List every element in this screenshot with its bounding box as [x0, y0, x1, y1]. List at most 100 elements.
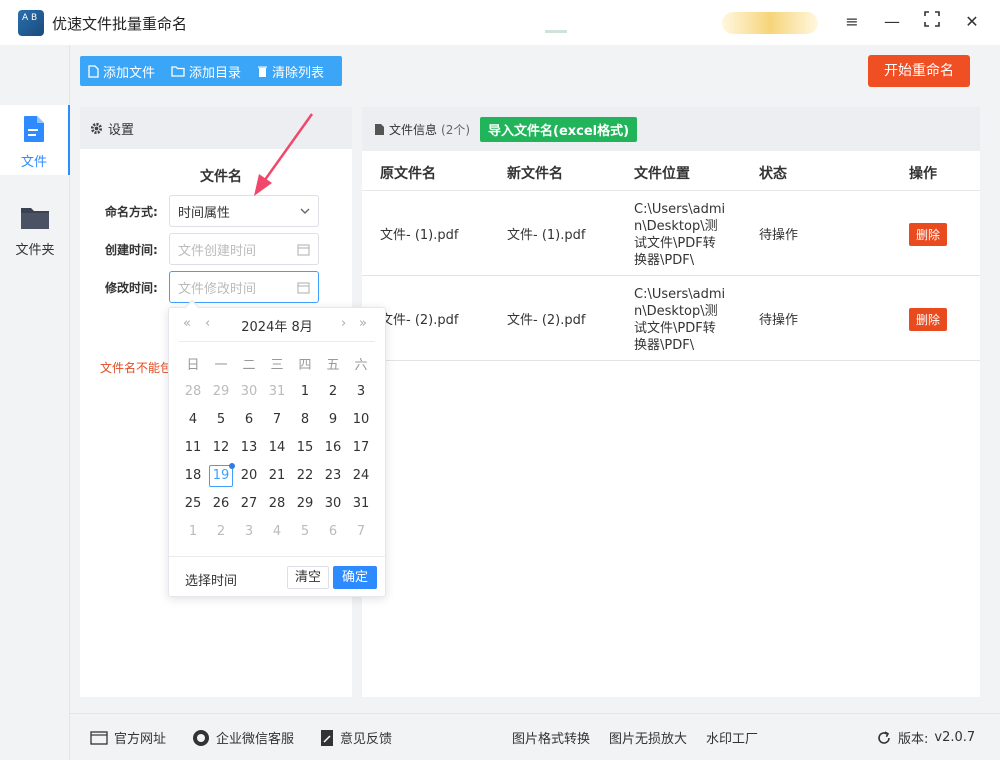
table-row[interactable]: 文件- (1).pdf 文件- (1).pdf C:\Users\admin\D…: [362, 191, 980, 276]
menu-icon[interactable]: ≡: [840, 11, 864, 33]
start-rename-button[interactable]: 开始重命名: [868, 55, 970, 87]
calendar-icon: [297, 281, 310, 294]
add-directory-button[interactable]: 添加目录: [163, 62, 249, 81]
official-website-link[interactable]: 官方网址: [90, 728, 166, 747]
feedback-link[interactable]: 意见反馈: [320, 728, 392, 747]
prev-year-icon[interactable]: «: [183, 316, 191, 331]
day-cell[interactable]: 13: [235, 434, 263, 462]
close-icon[interactable]: ✕: [960, 11, 984, 33]
maximize-icon[interactable]: [920, 11, 944, 33]
image-enlarge-link[interactable]: 图片无损放大: [609, 728, 687, 747]
promo-banner[interactable]: [722, 12, 818, 34]
day-cell-today[interactable]: 19: [207, 462, 235, 490]
day-cell[interactable]: 15: [291, 434, 319, 462]
day-number: 4: [272, 524, 282, 539]
day-number: 5: [216, 412, 226, 427]
day-cell[interactable]: 31: [347, 490, 375, 518]
day-cell[interactable]: 21: [263, 462, 291, 490]
delete-button[interactable]: 删除: [909, 223, 948, 246]
day-cell[interactable]: 5: [207, 406, 235, 434]
import-filename-button[interactable]: 导入文件名(excel格式): [480, 116, 638, 142]
add-file-button[interactable]: 添加文件: [80, 62, 163, 81]
clear-button[interactable]: 清空: [287, 566, 329, 589]
day-cell[interactable]: 26: [207, 490, 235, 518]
day-cell[interactable]: 20: [235, 462, 263, 490]
day-cell[interactable]: 2: [319, 378, 347, 406]
modified-time-input[interactable]: 文件修改时间: [169, 271, 319, 303]
day-cell[interactable]: 9: [319, 406, 347, 434]
day-number: 7: [272, 412, 282, 427]
day-number: 28: [268, 496, 286, 511]
version-label: 版本:: [898, 732, 929, 747]
day-cell[interactable]: 30: [319, 490, 347, 518]
add-file-label: 添加文件: [103, 65, 156, 81]
day-cell[interactable]: 7: [347, 518, 375, 546]
day-cell[interactable]: 1: [291, 378, 319, 406]
delete-button[interactable]: 删除: [909, 308, 948, 331]
watermark-factory-link[interactable]: 水印工厂: [706, 728, 758, 747]
day-cell[interactable]: 29: [207, 378, 235, 406]
day-cell[interactable]: 12: [207, 434, 235, 462]
created-time-input[interactable]: 文件创建时间: [169, 233, 319, 265]
day-cell[interactable]: 10: [347, 406, 375, 434]
next-year-icon[interactable]: »: [359, 316, 367, 331]
image-enlarge-label: 图片无损放大: [609, 732, 688, 747]
day-cell[interactable]: 28: [263, 490, 291, 518]
column-action: 操作: [909, 166, 937, 182]
day-number: 22: [296, 468, 314, 483]
file-info-panel: 文件信息 (2个) 导入文件名(excel格式) 原文件名 新文件名 文件位置 …: [362, 107, 980, 697]
day-cell[interactable]: 30: [235, 378, 263, 406]
nav-label-file: 文件: [20, 155, 47, 170]
location-cell: C:\Users\admin\Desktop\测试文件\PDF转换器\PDF\: [634, 202, 726, 268]
day-cell[interactable]: 6: [235, 406, 263, 434]
day-cell[interactable]: 23: [319, 462, 347, 490]
wechat-service-link[interactable]: 企业微信客服: [192, 728, 294, 747]
day-cell[interactable]: 16: [319, 434, 347, 462]
day-cell[interactable]: 25: [179, 490, 207, 518]
divider: [179, 341, 375, 342]
status-cell: 待操作: [759, 228, 799, 243]
day-cell[interactable]: 14: [263, 434, 291, 462]
day-cell[interactable]: 17: [347, 434, 375, 462]
day-cell[interactable]: 31: [263, 378, 291, 406]
day-cell[interactable]: 5: [291, 518, 319, 546]
day-number: 20: [240, 468, 258, 483]
date-picker-header: 2024年 8月 « ‹ › »: [169, 314, 385, 336]
day-cell[interactable]: 27: [235, 490, 263, 518]
day-cell[interactable]: 6: [319, 518, 347, 546]
day-cell[interactable]: 2: [207, 518, 235, 546]
table-row[interactable]: 文件- (2).pdf 文件- (2).pdf C:\Users\admin\D…: [362, 276, 980, 361]
weekday-label: 二: [242, 358, 256, 373]
day-cell[interactable]: 4: [179, 406, 207, 434]
version-info[interactable]: 版本: v2.0.7: [876, 728, 975, 747]
nav-item-file[interactable]: 文件: [0, 105, 70, 175]
column-original-name: 原文件名: [380, 166, 436, 182]
day-cell[interactable]: 24: [347, 462, 375, 490]
day-cell[interactable]: 1: [179, 518, 207, 546]
day-cell[interactable]: 29: [291, 490, 319, 518]
app-logo-icon: A B: [18, 10, 44, 36]
prev-month-icon[interactable]: ‹: [205, 316, 210, 331]
day-cell[interactable]: 11: [179, 434, 207, 462]
day-cell[interactable]: 8: [291, 406, 319, 434]
nav-item-folder[interactable]: 文件夹: [0, 205, 70, 265]
day-cell[interactable]: 4: [263, 518, 291, 546]
image-convert-link[interactable]: 图片格式转换: [512, 728, 590, 747]
confirm-button[interactable]: 确定: [333, 566, 377, 589]
folder-icon: [171, 66, 185, 77]
next-month-icon[interactable]: ›: [341, 316, 346, 331]
gear-icon: [90, 122, 103, 134]
select-time-button[interactable]: 选择时间: [185, 570, 237, 589]
day-cell[interactable]: 18: [179, 462, 207, 490]
day-cell[interactable]: 7: [263, 406, 291, 434]
clear-list-button[interactable]: 清除列表: [249, 62, 332, 81]
day-cell[interactable]: 28: [179, 378, 207, 406]
day-grid: 28 29 30 31 1 2 3 4 5 6 7 8 9 10 11 12 13 14 15 16 17 18 19 20 2…: [179, 378, 375, 546]
day-number: 25: [184, 496, 202, 511]
day-cell[interactable]: 22: [291, 462, 319, 490]
toolbar: 添加文件 添加目录 清除列表: [80, 56, 342, 86]
minimize-icon[interactable]: —: [880, 11, 904, 33]
day-cell[interactable]: 3: [235, 518, 263, 546]
day-cell[interactable]: 3: [347, 378, 375, 406]
weekday-row: 日一二三四五六: [179, 354, 375, 373]
